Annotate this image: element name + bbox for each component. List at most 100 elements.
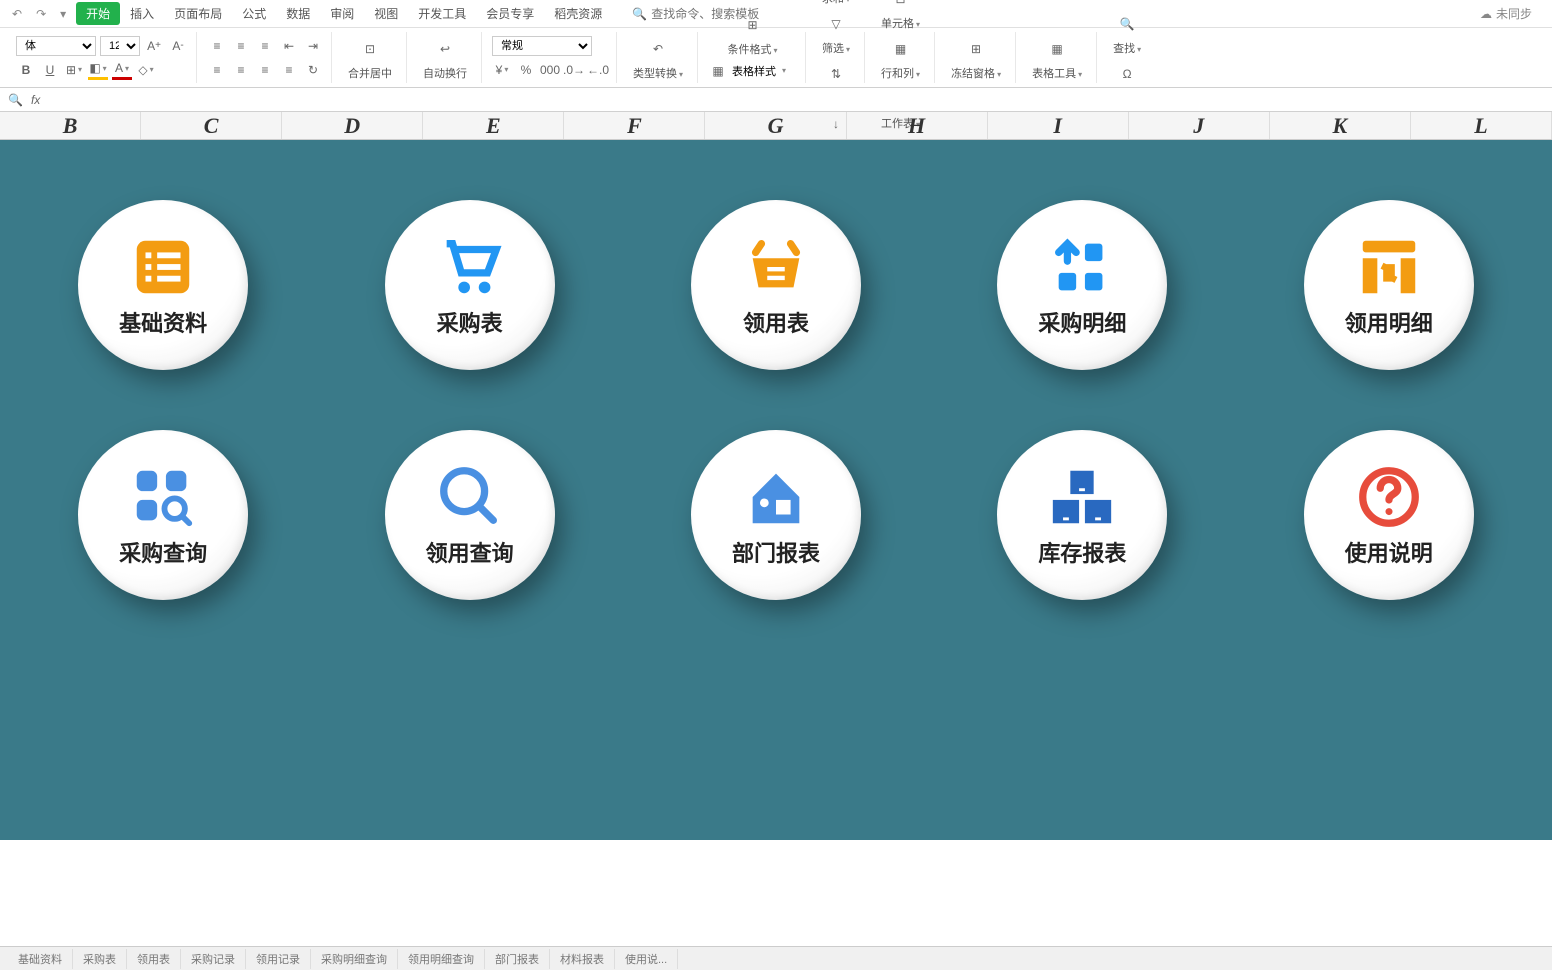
font-decrease-icon[interactable]: A- [168, 36, 188, 56]
col-header[interactable]: K [1270, 112, 1411, 139]
sheet-tab[interactable]: 领用表 [127, 949, 181, 969]
tab-resource[interactable]: 稻壳资源 [544, 1, 612, 26]
tab-layout[interactable]: 页面布局 [164, 1, 232, 26]
wrap-button[interactable]: ↩ 自动换行 [417, 33, 473, 83]
cell-button[interactable]: ⊡单元格▾ [875, 0, 926, 33]
font-color-icon[interactable]: A▾ [112, 60, 132, 80]
tab-start[interactable]: 开始 [76, 2, 120, 25]
basket-icon [736, 232, 816, 302]
align-right-icon[interactable]: ≡ [255, 60, 275, 80]
undo-icon[interactable]: ↶ [8, 5, 26, 23]
underline-icon[interactable]: U [40, 60, 60, 80]
bubble-dept-report[interactable]: 部门报表 [691, 430, 861, 600]
currency-icon[interactable]: ¥▾ [492, 60, 512, 80]
tab-formula[interactable]: 公式 [232, 1, 276, 26]
cond-format-button[interactable]: ⊞ 条件格式▾ [708, 9, 797, 59]
tab-data[interactable]: 数据 [276, 1, 320, 26]
tab-vip[interactable]: 会员专享 [476, 1, 544, 26]
orientation-icon[interactable]: ↻ [303, 60, 323, 80]
merge-icon: ⊡ [356, 35, 384, 63]
sum-button[interactable]: Σ求和▾ [816, 0, 856, 8]
tab-dev[interactable]: 开发工具 [408, 1, 476, 26]
bubble-purchase-detail[interactable]: 采购明细 [997, 200, 1167, 370]
search-icon: 🔍 [632, 7, 647, 21]
number-group: 常规 ¥▾ % 000 .0→ ←.0 [484, 32, 617, 83]
cells-group: ⊡单元格▾ ▦行和列▾ ⊞工作表▾ [867, 32, 935, 83]
comma-icon[interactable]: 000 [540, 60, 560, 80]
bubble-help[interactable]: 使用说明 [1304, 430, 1474, 600]
fill-color-icon[interactable]: ◧▾ [88, 60, 108, 80]
tab-review[interactable]: 审阅 [320, 1, 364, 26]
col-header[interactable]: H [847, 112, 988, 139]
bubble-purchase-query[interactable]: 采购查询 [78, 430, 248, 600]
align-justify-icon[interactable]: ≡ [279, 60, 299, 80]
bubble-purchase[interactable]: 采购表 [385, 200, 555, 370]
bold-icon[interactable]: B [16, 60, 36, 80]
rowcol-button[interactable]: ▦行和列▾ [875, 33, 926, 83]
align-middle-icon[interactable]: ≡ [231, 36, 251, 56]
table-tool-button[interactable]: ▦表格工具▾ [1026, 33, 1088, 83]
bubble-row-2: 采购查询 领用查询 部门报表 库存报表 使用说明 [0, 410, 1552, 640]
freeze-button[interactable]: ⊞冻结窗格▾ [945, 33, 1007, 83]
sheet-tab[interactable]: 使用说... [615, 949, 678, 969]
bubble-receive[interactable]: 领用表 [691, 200, 861, 370]
font-name-select[interactable]: 体 [16, 36, 96, 56]
sync-status[interactable]: ☁ 未同步 [1480, 5, 1544, 22]
sheet-tab[interactable]: 基础资料 [8, 949, 73, 969]
redo-icon[interactable]: ↷ [32, 5, 50, 23]
col-header[interactable]: I [988, 112, 1129, 139]
bubble-row-1: 基础资料 采购表 领用表 采购明细 领用明细 [0, 140, 1552, 410]
sheet-tab[interactable]: 领用明细查询 [398, 949, 485, 969]
formula-input[interactable] [48, 88, 1544, 111]
sheet-tab[interactable]: 材料报表 [550, 949, 615, 969]
bubble-receive-query[interactable]: 领用查询 [385, 430, 555, 600]
col-header[interactable]: J [1129, 112, 1270, 139]
bubble-basic-data[interactable]: 基础资料 [78, 200, 248, 370]
font-size-select[interactable]: 12 [100, 36, 140, 56]
fx-icon[interactable]: fx [31, 93, 40, 107]
col-header[interactable]: B [0, 112, 141, 139]
filter-button[interactable]: ▽筛选▾ [816, 8, 856, 58]
align-left-icon[interactable]: ≡ [207, 60, 227, 80]
freeze-icon: ⊞ [962, 35, 990, 63]
sheet-tab[interactable]: 采购明细查询 [311, 949, 398, 969]
col-header[interactable]: E [423, 112, 564, 139]
merge-button[interactable]: ⊡ 合并居中 [342, 33, 398, 83]
bubble-receive-detail[interactable]: 领用明细 [1304, 200, 1474, 370]
bubble-stock-report[interactable]: 库存报表 [997, 430, 1167, 600]
indent-increase-icon[interactable]: ⇥ [303, 36, 323, 56]
editing-group: Σ求和▾ ▽筛选▾ ⇅排序▾ ↓填充▾ [808, 32, 865, 83]
decimal-dec-icon[interactable]: ←.0 [588, 60, 608, 80]
align-group: ≡ ≡ ≡ ⇤ ⇥ ≡ ≡ ≡ ≡ ↻ [199, 32, 332, 83]
col-header[interactable]: F [564, 112, 705, 139]
sheet-tab[interactable]: 采购表 [73, 949, 127, 969]
table-style-icon[interactable]: ▦ [708, 61, 728, 81]
align-bottom-icon[interactable]: ≡ [255, 36, 275, 56]
qat-dropdown-icon[interactable]: ▾ [56, 5, 70, 23]
name-box-search-icon[interactable]: 🔍 [8, 93, 23, 107]
percent-icon[interactable]: % [516, 60, 536, 80]
font-increase-icon[interactable]: A+ [144, 36, 164, 56]
filter-icon: ▽ [822, 10, 850, 38]
sheet-tab[interactable]: 部门报表 [485, 949, 550, 969]
sheet-tab[interactable]: 领用记录 [246, 949, 311, 969]
col-header[interactable]: G [705, 112, 846, 139]
align-top-icon[interactable]: ≡ [207, 36, 227, 56]
sheet-tab[interactable]: 采购记录 [181, 949, 246, 969]
tab-insert[interactable]: 插入 [120, 1, 164, 26]
decimal-inc-icon[interactable]: .0→ [564, 60, 584, 80]
col-header[interactable]: D [282, 112, 423, 139]
align-center-icon[interactable]: ≡ [231, 60, 251, 80]
type-convert-button[interactable]: ↶ 类型转换▾ [627, 33, 689, 83]
wrap-icon: ↩ [431, 35, 459, 63]
find-button[interactable]: 🔍查找▾ [1107, 8, 1147, 58]
col-header[interactable]: C [141, 112, 282, 139]
eraser-icon[interactable]: ◇▾ [136, 60, 156, 80]
ribbon: 体 12 A+ A- B U ⊞▾ ◧▾ A▾ ◇▾ ≡ ≡ ≡ ⇤ ⇥ ≡ ≡… [0, 28, 1552, 88]
sync-label: 未同步 [1496, 5, 1532, 22]
number-format-select[interactable]: 常规 [492, 36, 592, 56]
tab-view[interactable]: 视图 [364, 1, 408, 26]
col-header[interactable]: L [1411, 112, 1552, 139]
indent-decrease-icon[interactable]: ⇤ [279, 36, 299, 56]
border-icon[interactable]: ⊞▾ [64, 60, 84, 80]
